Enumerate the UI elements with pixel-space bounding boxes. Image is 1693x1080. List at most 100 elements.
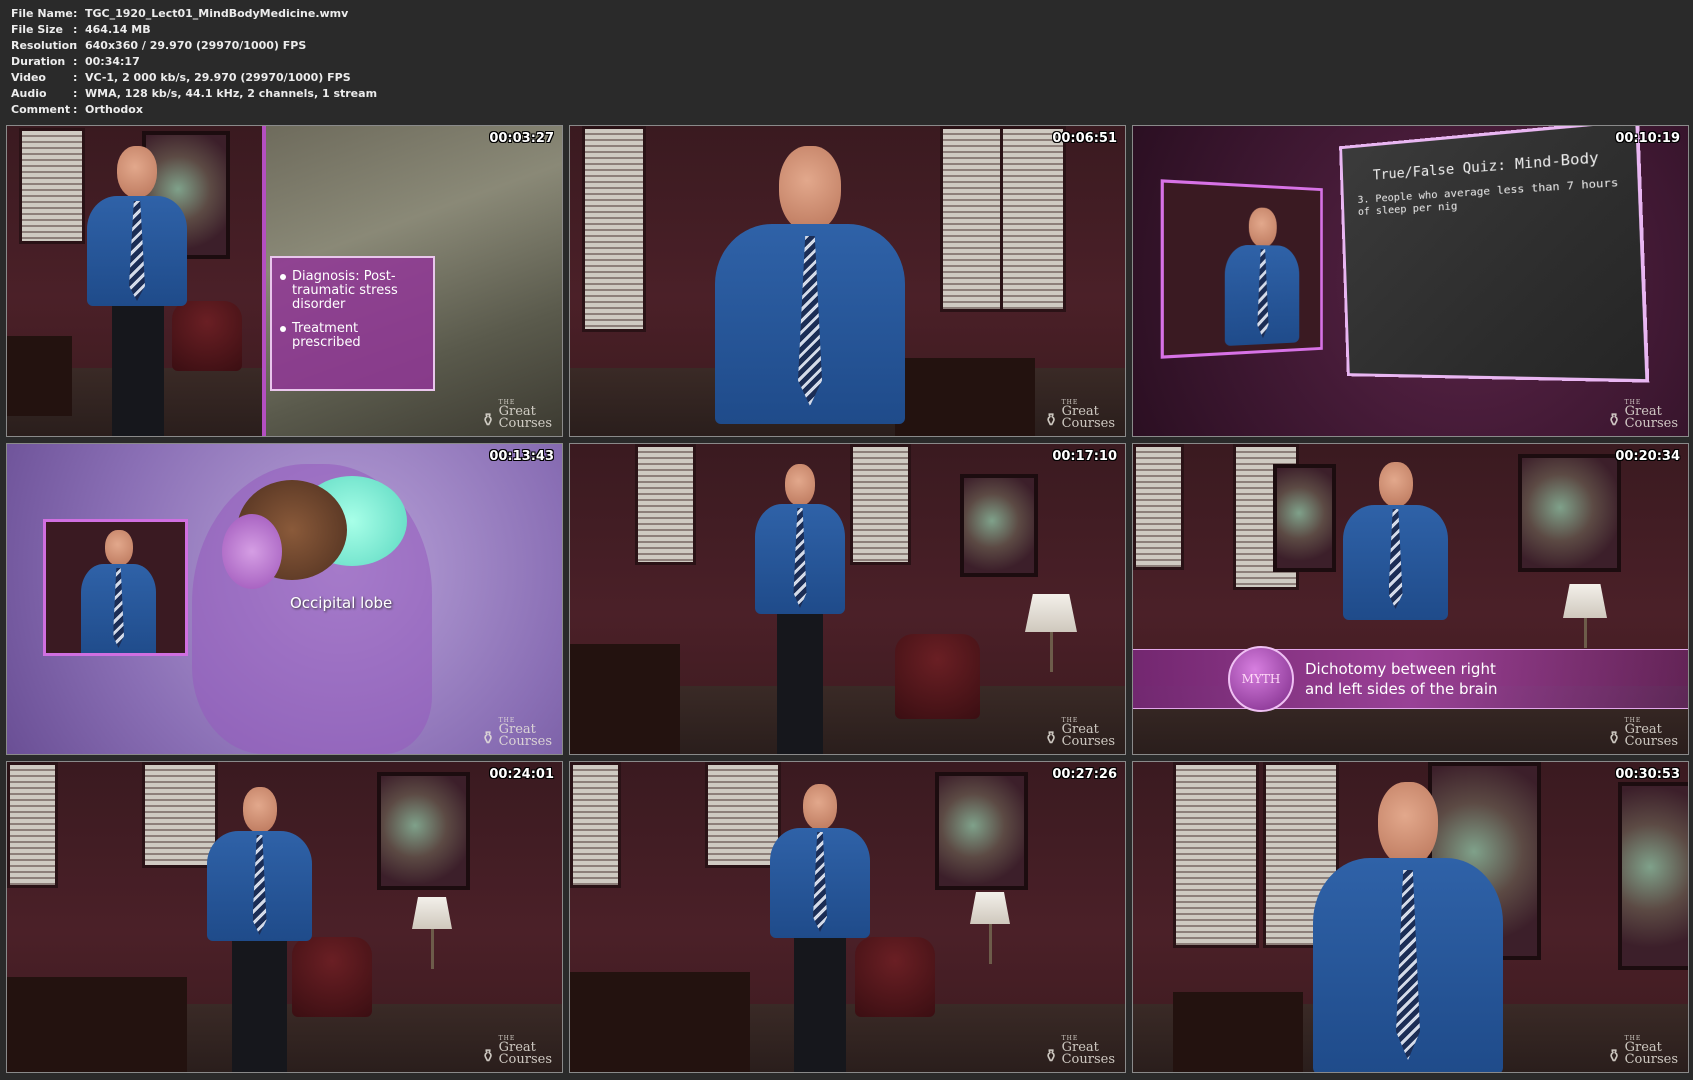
thumbnail[interactable]: True/False Quiz: Mind-Body 3. People who… — [1132, 125, 1689, 437]
video-frame: True/False Quiz: Mind-Body 3. People who… — [1133, 126, 1688, 436]
chalkboard: True/False Quiz: Mind-Body 3. People who… — [1339, 126, 1650, 383]
video-frame — [7, 762, 562, 1072]
presenter-inset — [1160, 179, 1323, 359]
meta-separator: : — [73, 103, 78, 116]
meta-separator: : — [73, 55, 78, 68]
presenter — [81, 530, 156, 653]
meta-separator: : — [73, 39, 78, 52]
great-courses-logo: ⚱ THE Great Courses — [1606, 717, 1679, 749]
timestamp: 00:30:53 — [1615, 767, 1680, 782]
meta-separator: : — [73, 87, 78, 100]
meta-key: File Name — [11, 7, 73, 20]
window — [7, 762, 58, 888]
overlay-bullet: Treatment prescribed — [280, 322, 425, 350]
lamp-pole — [1050, 632, 1053, 672]
lamp-icon: ⚱ — [1043, 1046, 1059, 1067]
armchair — [895, 634, 980, 719]
lamp — [412, 897, 452, 929]
desk — [1173, 992, 1303, 1072]
presenter — [87, 146, 187, 436]
painting — [1518, 454, 1621, 572]
diagnosis-overlay: Diagnosis: Post-traumatic stress disorde… — [270, 256, 435, 391]
thumbnail[interactable]: Diagnosis: Post-traumatic stress disorde… — [6, 125, 563, 437]
lamp-icon: ⚱ — [480, 728, 496, 749]
meta-key: Video — [11, 71, 46, 84]
myth-banner: MYTH Dichotomy between right and left si… — [1133, 646, 1688, 712]
thumbnail-grid: Diagnosis: Post-traumatic stress disorde… — [6, 125, 1689, 1074]
window — [940, 126, 1006, 312]
video-frame — [1133, 762, 1688, 1072]
lamp-pole — [431, 929, 434, 969]
quiz-question: 3. People who average less than 7 hours … — [1357, 177, 1619, 219]
window — [850, 444, 911, 565]
presenter — [1224, 206, 1300, 359]
meta-separator: : — [73, 7, 78, 20]
accent-bar — [262, 126, 266, 436]
meta-key: Duration — [11, 55, 66, 68]
meta-row-resolution: Resolution : 640x360 / 29.970 (29970/100… — [11, 38, 377, 54]
meta-row-file-name: File Name : TGC_1920_Lect01_MindBodyMedi… — [11, 6, 377, 22]
meta-value: 640x360 / 29.970 (29970/1000) FPS — [85, 39, 307, 52]
lamp-pole — [989, 924, 992, 964]
video-frame — [570, 126, 1125, 436]
timestamp: 00:27:26 — [1052, 767, 1117, 782]
thumbnail[interactable]: 00:30:53 ⚱ THE Great Courses — [1132, 761, 1689, 1073]
great-courses-logo: ⚱ THE Great Courses — [480, 1035, 553, 1067]
great-courses-logo: ⚱ THE Great Courses — [1606, 1035, 1679, 1067]
thumbnail[interactable]: MYTH Dichotomy between right and left si… — [1132, 443, 1689, 755]
meta-value: Orthodox — [85, 103, 143, 116]
thumbnail[interactable]: Occipital lobe 00:13:43 ⚱ THE Great Course… — [6, 443, 563, 755]
great-courses-logo: ⚱ THE Great Courses — [480, 717, 553, 749]
presenter — [1343, 462, 1448, 754]
meta-key: Comment — [11, 103, 71, 116]
window — [1133, 444, 1184, 570]
great-courses-logo: ⚱ THE Great Courses — [1043, 717, 1116, 749]
great-courses-logo: ⚱ THE Great Courses — [1043, 399, 1116, 431]
timestamp: 00:10:19 — [1615, 131, 1680, 146]
painting — [377, 772, 470, 890]
meta-key: File Size — [11, 23, 63, 36]
great-courses-logo: ⚱ THE Great Courses — [1606, 399, 1679, 431]
lamp — [1025, 594, 1077, 632]
desk — [895, 358, 1035, 436]
lamp-icon: ⚱ — [1043, 410, 1059, 431]
desk — [7, 336, 72, 416]
lobe-label: Occipital lobe — [290, 594, 393, 612]
thumbnail[interactable]: 00:17:10 ⚱ THE Great Courses — [569, 443, 1126, 755]
painting — [1618, 782, 1688, 970]
meta-value: VC-1, 2 000 kb/s, 29.970 (29970/1000) FP… — [85, 71, 351, 84]
lamp-icon: ⚱ — [480, 1046, 496, 1067]
myth-line: and left sides of the brain — [1305, 680, 1498, 698]
myth-line: Dichotomy between right — [1305, 660, 1496, 678]
desk — [570, 972, 750, 1072]
great-courses-logo: ⚱ THE Great Courses — [480, 399, 553, 431]
presenter — [1313, 782, 1503, 1072]
timestamp: 00:13:43 — [489, 449, 554, 464]
meta-row-audio: Audio : WMA, 128 kb/s, 44.1 kHz, 2 chann… — [11, 86, 377, 102]
lamp-pole — [1584, 618, 1587, 648]
window — [1000, 126, 1066, 312]
timestamp: 00:20:34 — [1615, 449, 1680, 464]
lamp-icon: ⚱ — [1043, 728, 1059, 749]
overlay-text: Treatment prescribed — [292, 321, 361, 350]
presenter-inset — [43, 519, 188, 656]
thumbnail[interactable]: 00:27:26 ⚱ THE Great Courses — [569, 761, 1126, 1073]
video-frame — [570, 762, 1125, 1072]
desk — [570, 644, 680, 754]
lamp-icon: ⚱ — [1606, 410, 1622, 431]
lamp-icon: ⚱ — [1606, 1046, 1622, 1067]
timestamp: 00:17:10 — [1052, 449, 1117, 464]
meta-row-duration: Duration : 00:34:17 — [11, 54, 377, 70]
window — [582, 126, 646, 332]
painting — [935, 772, 1028, 890]
thumbnail[interactable]: 00:06:51 ⚱ THE Great Courses — [569, 125, 1126, 437]
thumbnail[interactable]: 00:24:01 ⚱ THE Great Courses — [6, 761, 563, 1073]
window — [1173, 762, 1259, 948]
presenter — [770, 784, 870, 1072]
lamp-icon: ⚱ — [480, 410, 496, 431]
meta-row-comment: Comment : Orthodox — [11, 102, 377, 118]
video-frame: Occipital lobe — [7, 444, 562, 754]
meta-key: Resolution — [11, 39, 78, 52]
desk — [7, 977, 187, 1072]
myth-text: Dichotomy between right and left sides o… — [1305, 659, 1498, 699]
